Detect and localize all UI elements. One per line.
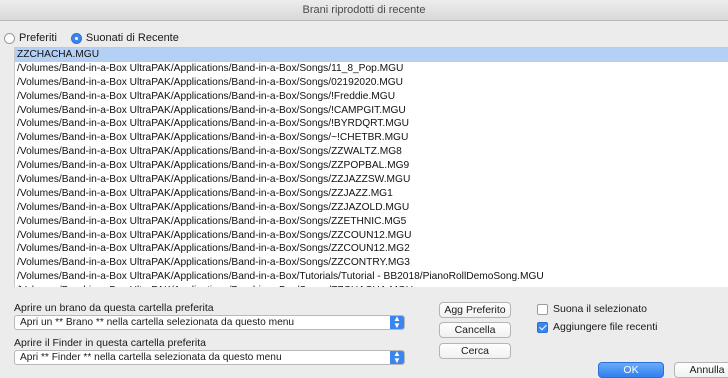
window-title: Brani riprodotti di recente xyxy=(0,0,728,21)
list-item[interactable]: /Volumes/Band-in-a-Box UltraPAK/Applicat… xyxy=(15,173,728,187)
radio-preferiti[interactable]: Preferiti xyxy=(4,32,57,44)
add-recent-checkbox[interactable] xyxy=(537,321,548,333)
open-song-select[interactable]: Apri un ** Brano ** nella cartella selez… xyxy=(14,315,405,330)
open-finder-label: Aprire il Finder in questa cartella pref… xyxy=(14,337,207,349)
radio-label-suonati-di-recente: Suonati di Recente xyxy=(85,32,179,44)
list-item[interactable]: ZZCHACHA.MGU xyxy=(15,48,728,62)
radio-label-preferiti: Preferiti xyxy=(19,32,57,44)
search-button[interactable]: Cerca xyxy=(439,343,511,359)
list-item[interactable]: /Volumes/Band-in-a-Box UltraPAK/Applicat… xyxy=(15,229,728,243)
list-item[interactable]: /Volumes/Band-in-a-Box UltraPAK/Applicat… xyxy=(15,256,728,270)
list-item[interactable]: /Volumes/Band-in-a-Box UltraPAK/Applicat… xyxy=(15,90,728,104)
add-recent-checkbox-row[interactable]: Aggiungere file recenti xyxy=(537,321,657,333)
play-selected-checkbox[interactable] xyxy=(537,303,548,315)
list-item[interactable]: /Volumes/Band-in-a-Box UltraPAK/Applicat… xyxy=(15,62,728,76)
open-finder-select[interactable]: Apri ** Finder ** nella cartella selezio… xyxy=(14,350,405,365)
list-item[interactable]: /Volumes/Band-in-a-Box UltraPAK/Applicat… xyxy=(15,284,728,287)
list-item[interactable]: /Volumes/Band-in-a-Box UltraPAK/Applicat… xyxy=(15,201,728,215)
play-selected-checkbox-row[interactable]: Suona il selezionato xyxy=(537,303,647,315)
open-finder-select-value: Apri ** Finder ** nella cartella selezio… xyxy=(20,352,282,363)
updown-chevron-icon: ▲ ▼ xyxy=(390,316,404,329)
list-item[interactable]: /Volumes/Band-in-a-Box UltraPAK/Applicat… xyxy=(15,187,728,201)
delete-button[interactable]: Cancella xyxy=(439,322,511,338)
recent-songs-list[interactable]: ZZCHACHA.MGU/Volumes/Band-in-a-Box Ultra… xyxy=(14,47,728,287)
list-item[interactable]: /Volumes/Band-in-a-Box UltraPAK/Applicat… xyxy=(15,76,728,90)
radio-button-suonati-di-recente[interactable] xyxy=(70,32,82,44)
list-item[interactable]: /Volumes/Band-in-a-Box UltraPAK/Applicat… xyxy=(15,215,728,229)
radio-button-preferiti[interactable] xyxy=(4,32,15,44)
add-favorite-button[interactable]: Agg Preferito xyxy=(439,302,511,318)
list-item[interactable]: /Volumes/Band-in-a-Box UltraPAK/Applicat… xyxy=(15,131,728,145)
view-mode-radio-group: Preferiti Suonati di Recente xyxy=(4,31,193,45)
list-item[interactable]: /Volumes/Band-in-a-Box UltraPAK/Applicat… xyxy=(15,270,728,284)
list-item[interactable]: /Volumes/Band-in-a-Box UltraPAK/Applicat… xyxy=(15,145,728,159)
list-item[interactable]: /Volumes/Band-in-a-Box UltraPAK/Applicat… xyxy=(15,104,728,118)
list-item[interactable]: /Volumes/Band-in-a-Box UltraPAK/Applicat… xyxy=(15,159,728,173)
list-item[interactable]: /Volumes/Band-in-a-Box UltraPAK/Applicat… xyxy=(15,242,728,256)
add-recent-label: Aggiungere file recenti xyxy=(553,321,658,333)
play-selected-label: Suona il selezionato xyxy=(553,303,647,315)
list-item[interactable]: /Volumes/Band-in-a-Box UltraPAK/Applicat… xyxy=(15,117,728,131)
open-song-select-value: Apri un ** Brano ** nella cartella selez… xyxy=(20,317,295,328)
radio-suonati-di-recente[interactable]: Suonati di Recente xyxy=(70,32,179,44)
open-song-label: Aprire un brano da questa cartella prefe… xyxy=(14,302,214,314)
updown-chevron-icon: ▲ ▼ xyxy=(390,351,404,364)
